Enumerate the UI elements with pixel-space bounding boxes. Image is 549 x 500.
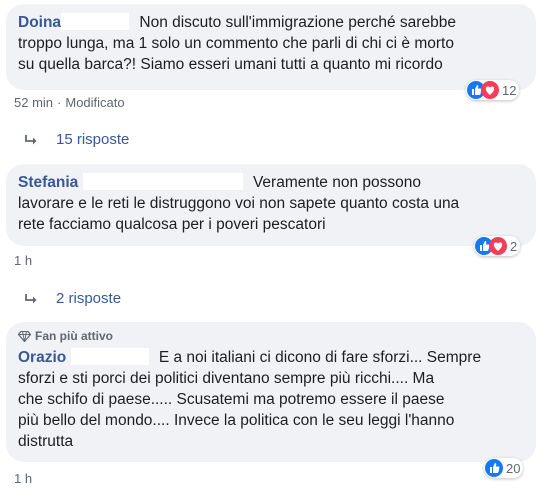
comment-text: Veramente non possono [252,174,421,191]
fan-diamond-icon [18,330,31,342]
comment-meta: 1 h [14,471,32,486]
reaction-count: 20 [506,460,521,476]
reactions-summary[interactable]: 12 [466,80,520,100]
comment-text: sforzi e sti porci dei politici diventan… [18,370,435,387]
comment-text: lavorare e le reti le distruggono voi no… [18,195,460,212]
comment-author[interactable]: Stefania [18,174,78,191]
edited-label[interactable]: Modificato [65,95,124,110]
replies-label: 15 risposte [56,131,130,148]
comment-time[interactable]: 1 h [14,253,32,268]
comment-text: Non discuto sull'immigrazione perché sar… [139,14,456,31]
comment-text: su quella barca?! Siamo esseri umani tut… [18,56,443,73]
like-icon [485,459,503,477]
reply-arrow-icon [25,293,37,303]
comment-bubble-3: Fan più attivo Orazio E a noi italiani c… [6,322,536,462]
comment-text: che schifo di paese..... Scusatemi ma po… [18,391,445,408]
comment-line: Doina Non discuto sull'immigrazione perc… [18,12,524,33]
comment-bubble-1: Doina Non discuto sull'immigrazione perc… [6,4,536,90]
fan-badge: Fan più attivo [18,328,524,344]
love-icon [481,81,499,99]
reactions-summary[interactable]: 2 [474,236,521,256]
fan-badge-label: Fan più attivo [35,329,113,343]
comment-time[interactable]: 52 min [14,95,53,110]
view-replies-link[interactable]: 2 risposte [24,290,121,307]
love-icon [489,237,507,255]
comment-text: rete facciamo qualcosa per i poveri pesc… [18,216,326,233]
redacted-name [82,173,243,190]
redacted-name [61,13,130,30]
comment-text: più bello del mondo.... Invece la politi… [18,412,455,429]
comment-bubble-2: Stefania Veramente non possono lavorare … [6,164,536,246]
comment-text: troppo lunga, ma 1 solo un commento che … [18,35,454,52]
reactions-summary[interactable]: 20 [484,458,524,478]
comment-text: E a noi italiani ci dicono di fare sforz… [158,349,482,366]
comment-time[interactable]: 1 h [14,471,32,486]
comment-author[interactable]: Doina [18,14,61,31]
replies-label: 2 risposte [56,290,122,307]
comment-meta: 1 h [14,253,32,268]
comment-line: Stefania Veramente non possono [18,172,524,193]
reaction-count: 12 [502,82,517,98]
comment-meta: 52 min · Modificato [14,95,125,110]
reply-arrow-icon [25,134,37,144]
view-replies-link[interactable]: 15 risposte [24,131,129,148]
comment-text: distrutta [18,433,74,450]
comment-line: Orazio E a noi italiani ci dicono di far… [18,347,524,368]
comment-author[interactable]: Orazio [18,349,66,366]
reaction-count: 2 [510,238,518,254]
redacted-name [70,348,149,365]
